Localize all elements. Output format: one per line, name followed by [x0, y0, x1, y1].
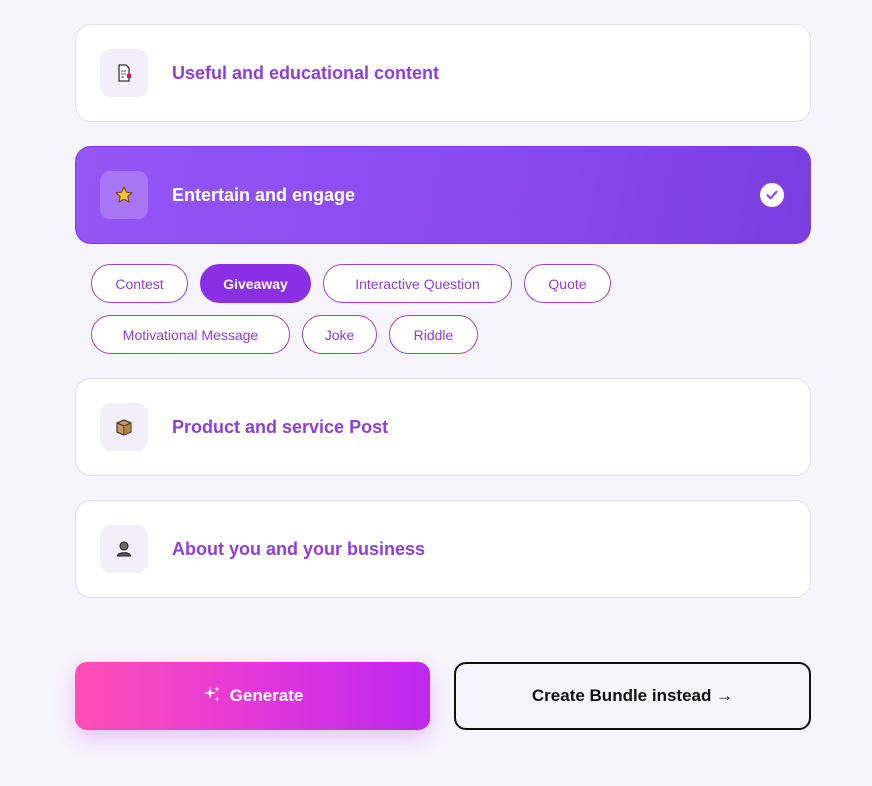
category-label: About you and your business	[172, 538, 426, 559]
chip-riddle[interactable]: Riddle	[389, 315, 478, 354]
document-icon	[100, 49, 148, 97]
person-icon	[100, 525, 148, 573]
chip-quote[interactable]: Quote	[524, 264, 611, 303]
sparkle-icon	[202, 684, 222, 709]
category-label: Useful and educational content	[172, 62, 440, 83]
chip-interactive-question[interactable]: Interactive Question	[323, 264, 512, 303]
chip-contest[interactable]: Contest	[91, 264, 188, 303]
create-bundle-label: Create Bundle instead →	[531, 686, 734, 705]
generate-button[interactable]: Generate	[75, 662, 430, 730]
category-card-product[interactable]: Product and service Post	[75, 378, 811, 476]
category-card-about[interactable]: About you and your business	[75, 500, 811, 598]
chip-motivational-message[interactable]: Motivational Message	[91, 315, 290, 354]
category-label: Product and service Post	[172, 416, 389, 437]
chip-joke[interactable]: Joke	[302, 315, 377, 354]
chip-giveaway[interactable]: Giveaway	[200, 264, 311, 303]
content-type-picker: Useful and educational content Entertain…	[0, 0, 872, 786]
box-icon	[100, 403, 148, 451]
category-label: Entertain and engage	[172, 184, 356, 205]
star-icon	[100, 171, 148, 219]
category-card-entertain[interactable]: Entertain and engage	[75, 146, 811, 244]
create-bundle-button[interactable]: Create Bundle instead →	[454, 662, 811, 730]
check-icon	[760, 183, 784, 207]
generate-label: Generate	[229, 686, 304, 705]
category-card-educational[interactable]: Useful and educational content	[75, 24, 811, 122]
